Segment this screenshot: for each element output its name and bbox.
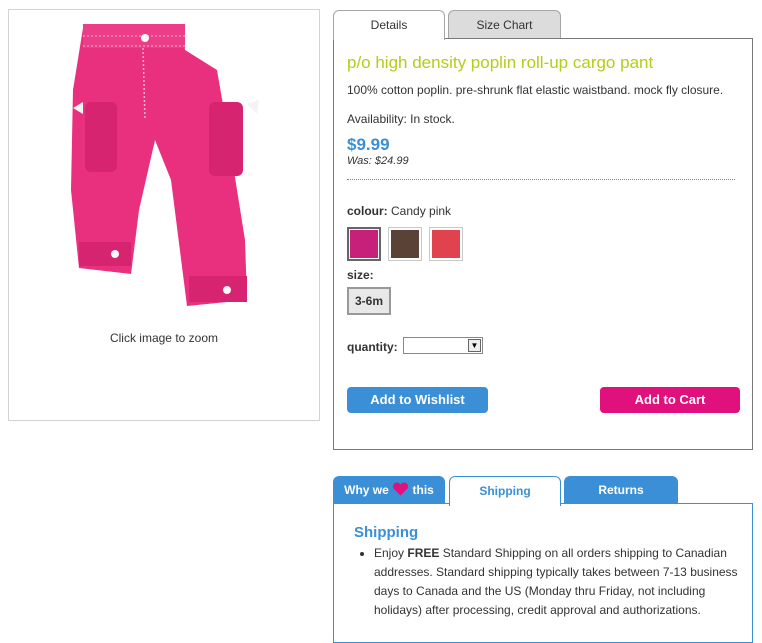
tab-returns[interactable]: Returns (564, 476, 678, 504)
tab-details[interactable]: Details (333, 10, 445, 40)
quantity-label: quantity: (347, 340, 398, 354)
size-option-button[interactable]: 3-6m (347, 287, 391, 315)
colour-label: colour: (347, 204, 388, 218)
shipping-list: Enjoy FREE Standard Shipping on all orde… (354, 544, 754, 620)
shipping-panel: Shipping Enjoy FREE Standard Shipping on… (333, 503, 753, 643)
why-tab-suffix: this (412, 483, 434, 497)
tab-shipping[interactable]: Shipping (449, 476, 561, 506)
swatch-color (432, 230, 460, 258)
heart-icon (393, 482, 409, 496)
tab-why-we-love-this[interactable]: Why we this (333, 476, 445, 504)
product-title: p/o high density poplin roll-up cargo pa… (347, 53, 654, 72)
swatch-brown[interactable] (388, 227, 422, 261)
quantity-select[interactable]: ▼ (403, 337, 483, 354)
swatch-color (391, 230, 419, 258)
divider (347, 179, 735, 180)
dropdown-arrow-icon[interactable]: ▼ (468, 339, 481, 352)
sale-price: $9.99 (347, 135, 390, 154)
bullet-prefix: Enjoy (374, 546, 408, 560)
add-to-cart-button[interactable]: Add to Cart (600, 387, 740, 413)
tab-size-chart[interactable]: Size Chart (448, 10, 561, 38)
zoom-caption[interactable]: Click image to zoom (9, 331, 319, 345)
size-label: size: (347, 268, 374, 282)
bullet-bold: FREE (407, 546, 440, 560)
add-to-wishlist-button[interactable]: Add to Wishlist (347, 387, 488, 413)
product-image[interactable] (59, 10, 279, 322)
product-image-panel: Click image to zoom (8, 9, 320, 421)
swatch-color (350, 230, 378, 258)
was-price: Was: $24.99 (347, 155, 409, 167)
shipping-title: Shipping (354, 524, 419, 541)
availability-status: Availability: In stock. (347, 112, 455, 126)
product-description: 100% cotton poplin. pre-shrunk flat elas… (347, 83, 724, 97)
swatch-candy-pink[interactable] (347, 227, 381, 261)
swatch-red[interactable] (429, 227, 463, 261)
colour-line: colour: Candy pink (347, 204, 451, 218)
colour-value: Candy pink (391, 204, 452, 218)
product-details-panel: p/o high density poplin roll-up cargo pa… (333, 38, 753, 450)
list-item: Enjoy FREE Standard Shipping on all orde… (374, 544, 754, 620)
why-tab-prefix: Why we (344, 483, 389, 497)
